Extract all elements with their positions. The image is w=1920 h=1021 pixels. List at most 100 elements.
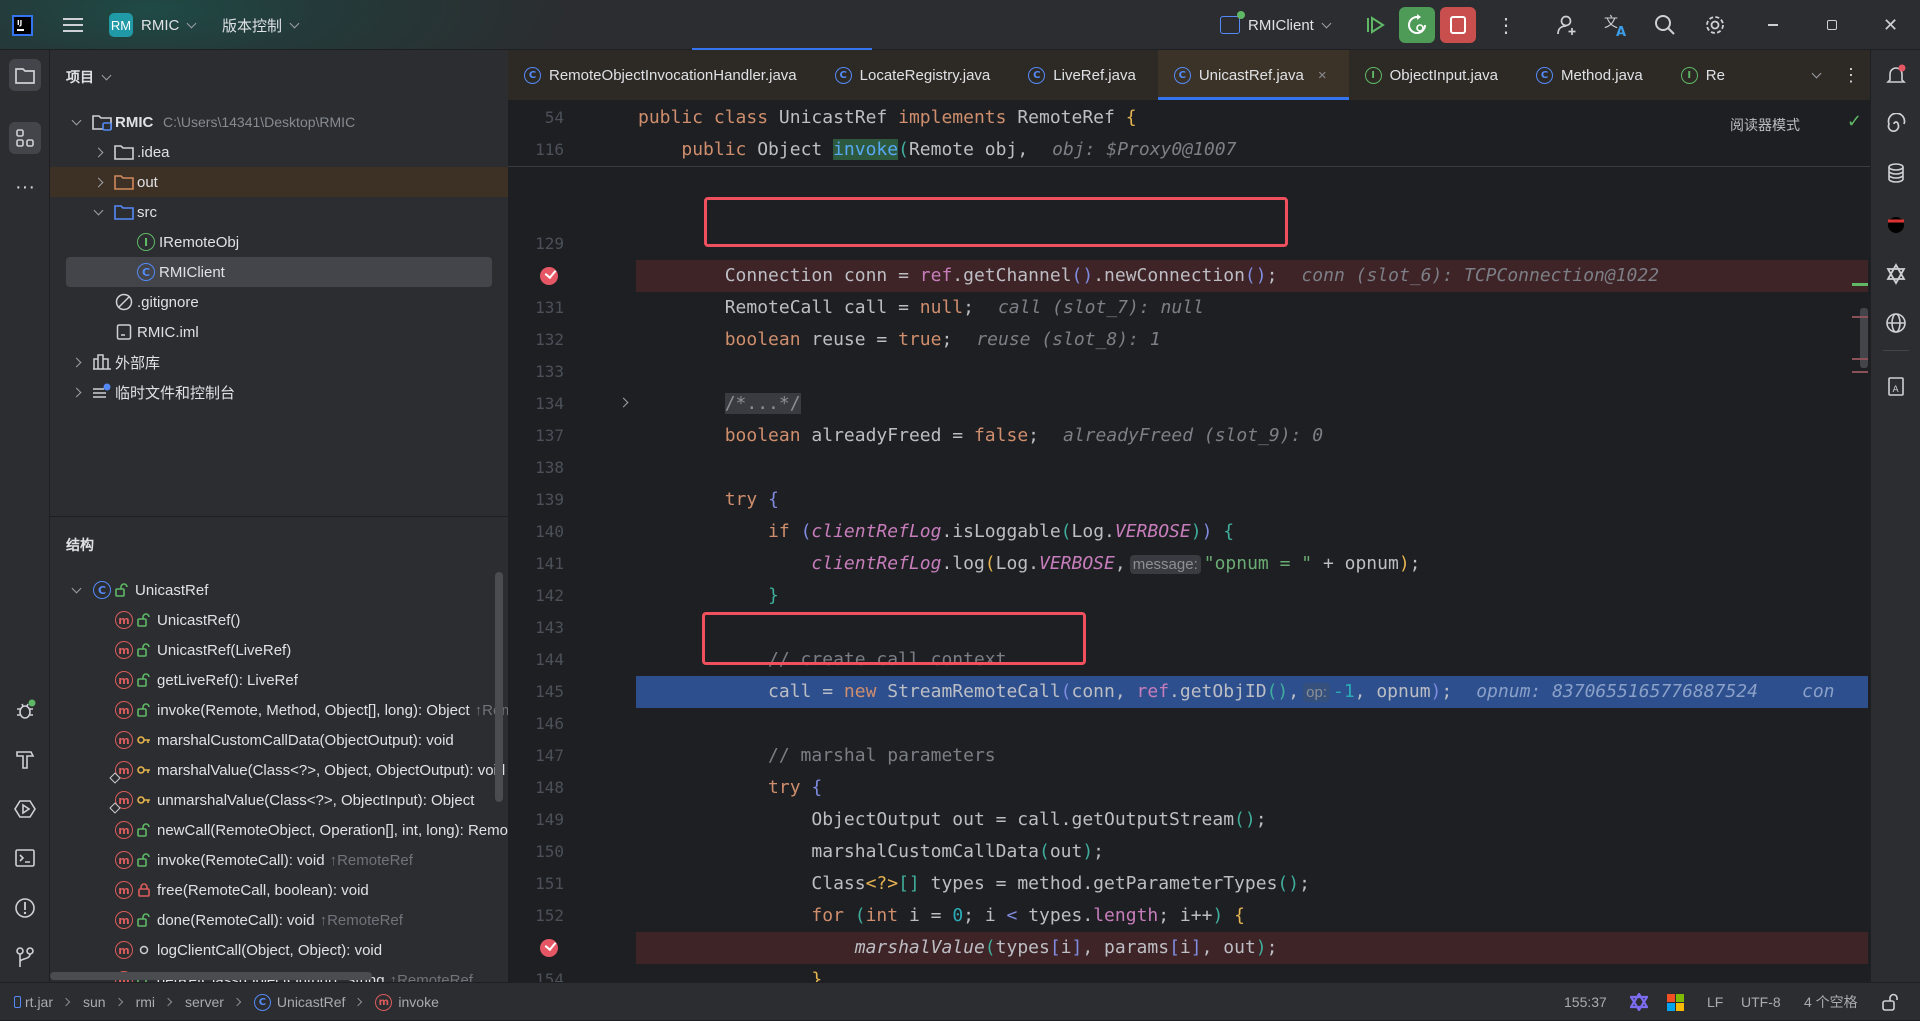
code-line[interactable]: 154 } — [508, 964, 1868, 982]
tree-item-src[interactable]: src — [50, 197, 508, 227]
tab-method[interactable]: C Method.java — [1520, 50, 1665, 100]
notifications-bell-icon[interactable] — [1880, 59, 1912, 91]
fold-expand-icon[interactable] — [618, 397, 629, 408]
code-line[interactable]: 131 RemoteCall call = null; call (slot_7)… — [508, 292, 1868, 324]
code-line[interactable]: 137 boolean alreadyFreed = false; already… — [508, 420, 1868, 452]
code-line[interactable]: 145 call = new StreamRemoteCall(conn, re… — [508, 676, 1868, 708]
chevron-right-icon[interactable] — [68, 354, 84, 370]
tree-item-gitignore[interactable]: .gitignore — [50, 287, 508, 317]
reader-mode-button[interactable]: 阅读器模式 — [1730, 115, 1800, 135]
chevron-down-icon[interactable] — [68, 582, 84, 598]
settings-gear-icon[interactable] — [1704, 0, 1726, 50]
code-line[interactable]: 148 try { — [508, 772, 1868, 804]
structure-item[interactable]: m done(RemoteCall): void ↑RemoteRef — [50, 905, 508, 935]
tree-item-[interactable]: 外部库 — [50, 347, 508, 377]
ai-assistant-icon[interactable] — [1880, 108, 1912, 140]
project-switcher[interactable]: RM RMIC — [109, 0, 197, 50]
tab-objectinput[interactable]: I ObjectInput.java — [1349, 50, 1520, 100]
tab-unicastref[interactable]: C UnicastRef.java × — [1157, 50, 1349, 100]
structure-item[interactable]: m marshalCustomCallData(ObjectOutput): vo… — [50, 725, 508, 755]
tree-item-iremoteobj[interactable]: I IRemoteObj — [50, 227, 508, 257]
debug-tool-bug-icon[interactable] — [9, 694, 41, 726]
tab-list-chevron-icon[interactable] — [1811, 68, 1822, 78]
code-line[interactable]: 141 clientRefLog.log(Log.VERBOSE, message… — [508, 548, 1868, 580]
code-line[interactable]: 134 /*...*/ — [508, 388, 1868, 420]
breadcrumb-item[interactable]: rt.jar — [14, 994, 53, 1010]
chevron-right-icon[interactable] — [90, 144, 106, 160]
tree-item-rmiclient[interactable]: C RMIClient — [66, 257, 492, 287]
services-icon[interactable] — [9, 793, 41, 825]
structure-item[interactable]: m marshalValue(Class<?>, Object, ObjectOu… — [50, 755, 508, 785]
database-icon[interactable] — [1880, 157, 1912, 189]
line-separator[interactable]: LF — [1707, 983, 1723, 1021]
code-line[interactable]: 152 for (int i = 0; i < types.length; i+… — [508, 900, 1868, 932]
tab-locateregistry[interactable]: C LocateRegistry.java — [819, 50, 1013, 100]
app-logo-icon[interactable]: IJ — [12, 0, 33, 50]
tab-remoteobjectinvocationhandler[interactable]: C RemoteObjectInvocationHandler.java — [508, 50, 819, 100]
code-line[interactable]: 150 marshalCustomCallData(out); — [508, 836, 1868, 868]
structure-item[interactable]: m getLiveRef(): LiveRef — [50, 665, 508, 695]
code-line[interactable]: Connection conn = ref.getChannel().newCo… — [508, 260, 1868, 292]
tab-liveref[interactable]: C LiveRef.java — [1012, 50, 1158, 100]
code-line[interactable]: 142 } — [508, 580, 1868, 612]
code-line[interactable]: 132 boolean reuse = true; reuse (slot_8):… — [508, 324, 1868, 356]
code-line[interactable]: 139 try { — [508, 484, 1868, 516]
tree-item-out[interactable]: out — [50, 167, 508, 197]
code-line[interactable]: 151 Class<?>[] types = method.getParamet… — [508, 868, 1868, 900]
git-icon[interactable] — [9, 941, 41, 973]
structure-item[interactable]: m UnicastRef(LiveRef) — [50, 635, 508, 665]
main-menu-icon[interactable] — [62, 0, 84, 50]
caret-position[interactable]: 155:37 — [1564, 983, 1607, 1021]
tree-item-rmic[interactable]: RMIC C:\Users\14341\Desktop\RMIC — [50, 107, 508, 137]
close-window-button[interactable]: ✕ — [1883, 0, 1898, 50]
stop-button[interactable] — [1440, 0, 1476, 50]
breadcrumb-item[interactable]: sun — [83, 994, 106, 1010]
reader-book-icon[interactable]: A — [1880, 370, 1912, 402]
chevron-down-icon[interactable] — [90, 204, 106, 220]
structure-tool-icon[interactable] — [9, 122, 41, 154]
code-line[interactable]: 140 if (clientRefLog.isLoggable(Log.VERB… — [508, 516, 1868, 548]
tree-item-[interactable]: 临时文件和控制台 — [50, 377, 508, 407]
chevron-right-icon[interactable] — [90, 174, 106, 190]
code-line[interactable]: 133 — [508, 356, 1868, 388]
breakpoint-icon[interactable] — [540, 267, 558, 285]
code-line[interactable]: 147 // marshal parameters — [508, 740, 1868, 772]
tab-re[interactable]: I Re — [1665, 50, 1747, 100]
code-line[interactable]: 149 ObjectOutput out = call.getOutputStr… — [508, 804, 1868, 836]
problems-icon[interactable] — [9, 892, 41, 924]
breakpoint-icon[interactable] — [540, 939, 558, 957]
more-tools-icon[interactable]: ··· — [9, 171, 41, 203]
run-config-selector[interactable]: RMIClient — [1220, 0, 1332, 50]
file-encoding[interactable]: UTF-8 — [1741, 983, 1781, 1021]
minimize-button[interactable] — [1768, 0, 1778, 50]
readonly-lock-icon[interactable] — [1881, 983, 1899, 1021]
terminal-icon[interactable] — [9, 842, 41, 874]
chevron-right-icon[interactable] — [68, 384, 84, 400]
code-line[interactable]: 116 public Object invoke(Remote obj, obj:… — [508, 134, 1868, 166]
ninja-plugin-icon[interactable] — [1880, 207, 1912, 239]
more-actions-icon[interactable]: ⋮ — [1496, 0, 1516, 50]
structure-item[interactable]: m unmarshalValue(Class<?>, ObjectInput): … — [50, 785, 508, 815]
breadcrumb-item[interactable]: C UnicastRef — [253, 993, 345, 1011]
plugin-status-icon[interactable] — [1630, 983, 1648, 1021]
structure-item[interactable]: m free(RemoteCall, boolean): void — [50, 875, 508, 905]
breadcrumb-item[interactable]: server — [185, 994, 224, 1010]
windows-logo-icon[interactable] — [1667, 983, 1684, 1021]
close-tab-icon[interactable]: × — [1318, 67, 1327, 84]
restore-button[interactable] — [1827, 0, 1837, 50]
code-line[interactable]: 138 — [508, 452, 1868, 484]
plugin-star-icon[interactable] — [1880, 258, 1912, 290]
translate-icon[interactable]: 文A — [1603, 0, 1629, 50]
tree-item-idea[interactable]: .idea — [50, 137, 508, 167]
structure-item[interactable]: m invoke(RemoteCall): void ↑RemoteRef — [50, 845, 508, 875]
rerun-debug-button[interactable] — [1399, 0, 1435, 50]
indent-setting[interactable]: 4 个空格 — [1804, 983, 1858, 1021]
breadcrumb-item[interactable]: m invoke — [375, 993, 439, 1011]
vcs-menu[interactable]: 版本控制 — [222, 0, 300, 50]
inspection-ok-check-icon[interactable]: ✓ — [1847, 111, 1862, 132]
code-line[interactable]: 146 — [508, 708, 1868, 740]
project-tool-folder-icon[interactable] — [9, 59, 41, 91]
code-line[interactable]: marshalValue(types[i], params[i], out); — [508, 932, 1868, 964]
chevron-down-icon[interactable] — [68, 114, 84, 130]
build-hammer-icon[interactable] — [9, 743, 41, 775]
